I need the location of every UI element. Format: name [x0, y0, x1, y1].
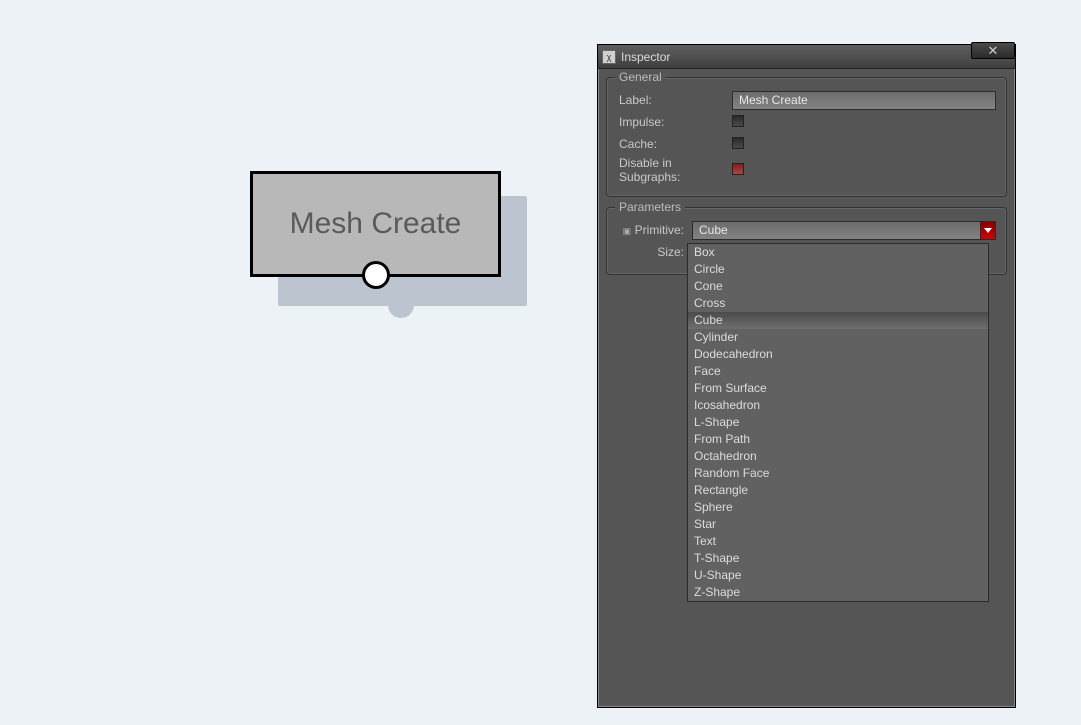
- node-shadow-port: [388, 300, 414, 318]
- node-output-port[interactable]: [362, 261, 390, 289]
- group-general-title: General: [615, 70, 666, 84]
- inspector-title-icon: χ: [602, 50, 616, 64]
- dropdown-item[interactable]: Cylinder: [688, 329, 988, 346]
- disable-subgraphs-checkbox[interactable]: [732, 163, 744, 175]
- row-disable-subgraphs: Disable in Subgraphs:: [617, 156, 996, 184]
- row-cache: Cache:: [617, 134, 996, 154]
- group-general: General Label: Mesh Create Impulse: Cach…: [606, 77, 1007, 197]
- node-label: Mesh Create: [290, 207, 462, 241]
- size-label: Size:: [657, 245, 684, 259]
- dropdown-item[interactable]: Face: [688, 363, 988, 380]
- row-primitive: ▣ Primitive: Cube: [617, 220, 996, 240]
- dropdown-item[interactable]: Icosahedron: [688, 397, 988, 414]
- dropdown-item[interactable]: U-Shape: [688, 567, 988, 584]
- primitive-value: Cube: [699, 223, 728, 237]
- dropdown-item[interactable]: Circle: [688, 261, 988, 278]
- dropdown-item[interactable]: L-Shape: [688, 414, 988, 431]
- dropdown-item[interactable]: From Surface: [688, 380, 988, 397]
- close-icon: ✕: [988, 43, 999, 59]
- label-input[interactable]: Mesh Create: [732, 91, 996, 110]
- inspector-title: Inspector: [621, 50, 670, 64]
- dropdown-item[interactable]: Text: [688, 533, 988, 550]
- dropdown-item[interactable]: Dodecahedron: [688, 346, 988, 363]
- dropdown-item[interactable]: From Path: [688, 431, 988, 448]
- dropdown-item[interactable]: Box: [688, 244, 988, 261]
- dropdown-item[interactable]: Z-Shape: [688, 584, 988, 601]
- primitive-dropdown-list[interactable]: BoxCircleConeCrossCubeCylinderDodecahedr…: [687, 243, 989, 602]
- primitive-expander-icon[interactable]: ▣: [623, 226, 631, 234]
- primitive-label: Primitive:: [635, 223, 684, 237]
- impulse-checkbox[interactable]: [732, 115, 744, 127]
- dropdown-item[interactable]: Cube: [688, 312, 988, 329]
- label-label: Label:: [617, 93, 732, 107]
- dropdown-item[interactable]: Cross: [688, 295, 988, 312]
- inspector-titlebar[interactable]: χ Inspector ✕: [598, 45, 1015, 69]
- dropdown-arrow-icon[interactable]: [980, 222, 995, 239]
- row-label: Label: Mesh Create: [617, 90, 996, 110]
- cache-checkbox[interactable]: [732, 137, 744, 149]
- row-impulse: Impulse:: [617, 112, 996, 132]
- cache-label: Cache:: [617, 137, 732, 151]
- dropdown-item[interactable]: Rectangle: [688, 482, 988, 499]
- impulse-label: Impulse:: [617, 115, 732, 129]
- group-parameters-title: Parameters: [615, 200, 685, 214]
- dropdown-item[interactable]: Cone: [688, 278, 988, 295]
- dropdown-item[interactable]: Octahedron: [688, 448, 988, 465]
- dropdown-item[interactable]: Star: [688, 516, 988, 533]
- close-button[interactable]: ✕: [971, 42, 1015, 59]
- dropdown-item[interactable]: T-Shape: [688, 550, 988, 567]
- disable-subgraphs-label: Disable in Subgraphs:: [617, 156, 732, 184]
- dropdown-item[interactable]: Random Face: [688, 465, 988, 482]
- dropdown-item[interactable]: Sphere: [688, 499, 988, 516]
- primitive-dropdown[interactable]: Cube: [692, 221, 996, 240]
